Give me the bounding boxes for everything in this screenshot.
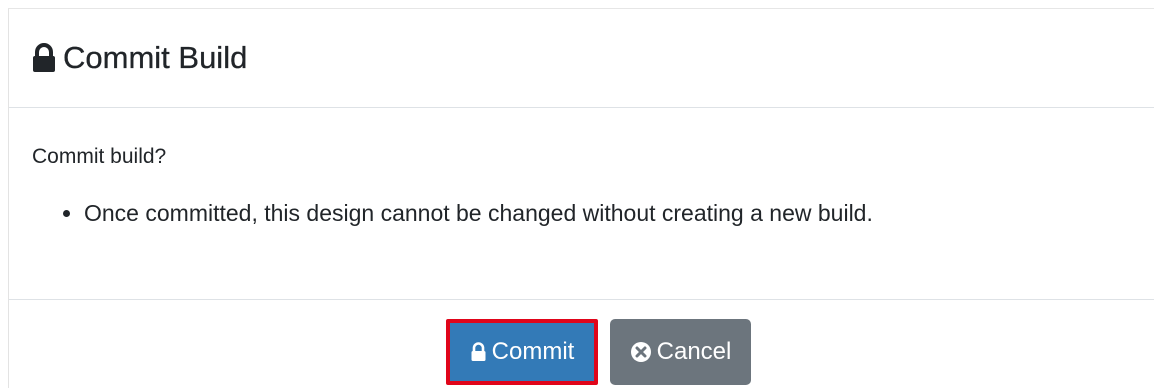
cancel-button-label: Cancel [656,338,732,365]
modal-header: Commit Build [9,9,1154,108]
commit-button-label: Commit [491,338,575,365]
lock-icon [470,342,487,362]
modal-title: Commit Build [31,40,247,76]
lock-icon [31,43,57,73]
confirm-question: Commit build? [32,145,167,168]
cancel-button[interactable]: Cancel [610,319,751,385]
modal-title-text: Commit Build [63,40,248,75]
modal-body: Commit build? Once committed, this desig… [9,108,1154,300]
commit-button[interactable]: Commit [446,319,598,385]
note-item: Once committed, this design cannot be ch… [84,200,1154,227]
commit-build-dialog: Commit Build Commit build? Once committe… [8,8,1154,388]
times-circle-icon [630,341,652,363]
modal-footer: Commit Cancel [9,300,1154,388]
notes-list: Once committed, this design cannot be ch… [32,200,1154,227]
